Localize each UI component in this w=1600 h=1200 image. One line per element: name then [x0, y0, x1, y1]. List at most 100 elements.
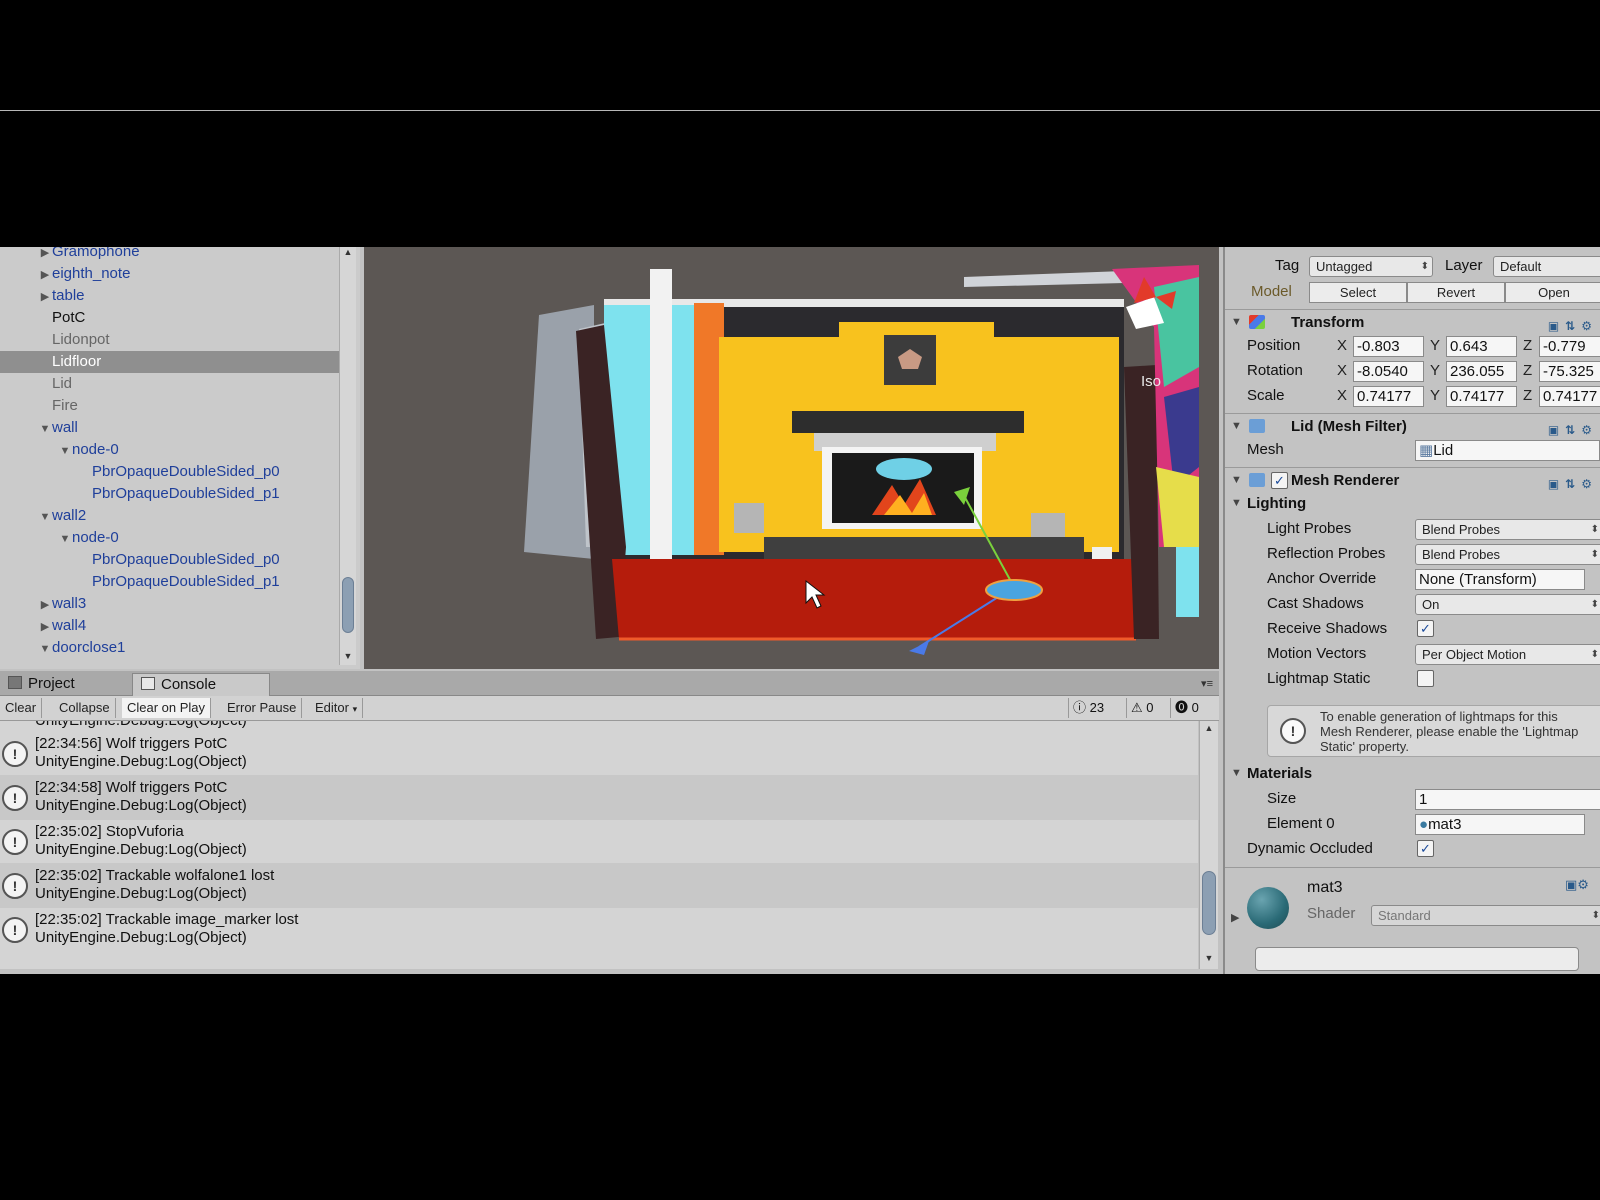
log-message: [22:34:58] Wolf triggers PotC [35, 779, 228, 796]
log-entry[interactable]: ! [22:34:58] Wolf triggers PotC UnityEngin… [0, 775, 1198, 820]
scrollbar-thumb[interactable] [342, 577, 354, 633]
collapse-arrow-icon[interactable]: ▼ [1231, 761, 1242, 786]
log-entry[interactable]: ! [22:35:02] Trackable wolfalone1 lost Uni… [0, 863, 1198, 908]
lighting-row[interactable]: ▼ Lighting [1225, 491, 1600, 516]
hierarchy-item[interactable]: ▶ table [0, 285, 340, 307]
hierarchy-item[interactable]: Lidfloor [0, 351, 340, 373]
hierarchy-item[interactable]: ▼ wall [0, 417, 340, 439]
hierarchy-item[interactable]: ▶ eighth_note [0, 263, 340, 285]
scroll-down-icon[interactable]: ▼ [1200, 953, 1218, 967]
expand-arrow-icon[interactable]: ▶ [1231, 911, 1239, 924]
rotation-z-field[interactable]: -75.325 [1539, 361, 1600, 382]
hierarchy-item[interactable]: ▶ wall4 [0, 615, 340, 637]
expanded-arrow-icon[interactable]: ▼ [38, 418, 52, 440]
error-pause-button[interactable]: Error Pause [222, 698, 303, 718]
mesh-renderer-header[interactable]: ▼ ✓ Mesh Renderer ▣⇅⚙ [1225, 467, 1600, 493]
mesh-field[interactable]: ▦Lid [1415, 440, 1600, 461]
info-icon: ⓘ [1073, 700, 1087, 715]
layer-dropdown[interactable]: Default [1493, 256, 1600, 277]
expanded-arrow-icon[interactable]: ▼ [38, 638, 52, 660]
iso-label[interactable]: Iso [1141, 373, 1161, 390]
hierarchy-item[interactable]: ▼ wall2 [0, 505, 340, 527]
clear-on-play-button[interactable]: Clear on Play [122, 698, 212, 718]
collapsed-arrow-icon[interactable]: ▶ [38, 594, 52, 616]
expanded-arrow-icon[interactable]: ▼ [38, 506, 52, 528]
hierarchy-item[interactable]: ▼ doorclose1 [0, 637, 340, 659]
console-tabbar: Project Console ▾≡ [0, 671, 1219, 696]
receive-shadows-checkbox[interactable]: ✓ [1417, 620, 1434, 637]
materials-size-field[interactable]: 1 [1415, 789, 1600, 810]
scroll-up-icon[interactable]: ▲ [1200, 723, 1218, 737]
model-open-button[interactable]: Open [1505, 282, 1600, 303]
help-icon[interactable]: ▣⚙ [1565, 877, 1589, 893]
hierarchy-item[interactable]: ▼ node-0 [0, 527, 340, 549]
position-y-field[interactable]: 0.643 [1446, 336, 1517, 357]
mesh-filter-header[interactable]: ▼ Lid (Mesh Filter) ▣⇅⚙ [1225, 413, 1600, 439]
scale-z-field[interactable]: 0.74177 [1539, 386, 1600, 407]
collapsed-arrow-icon[interactable]: ▶ [38, 616, 52, 638]
collapsed-arrow-icon[interactable]: ▶ [38, 264, 52, 286]
lightmap-static-checkbox[interactable] [1417, 670, 1434, 687]
hierarchy-item[interactable]: PbrOpaqueDoubleSided_p1 [0, 483, 340, 505]
anchor-override-field[interactable]: None (Transform) [1415, 569, 1585, 590]
tab-console[interactable]: Console [132, 673, 270, 696]
mesh-renderer-enabled-checkbox[interactable]: ✓ [1271, 472, 1288, 489]
model-revert-button[interactable]: Revert [1407, 282, 1505, 303]
tab-project[interactable]: Project [0, 673, 83, 695]
light-probes-dropdown[interactable]: Blend Probes [1415, 519, 1600, 540]
hierarchy-item[interactable]: ▼ node-0 [0, 439, 340, 461]
collapse-arrow-icon[interactable]: ▼ [1231, 414, 1242, 439]
materials-row[interactable]: ▼ Materials [1225, 761, 1600, 786]
scene-view[interactable]: Iso [364, 247, 1219, 669]
console-scrollbar[interactable]: ▲ ▼ [1199, 721, 1218, 969]
info-count-toggle[interactable]: ⓘ 23 [1068, 698, 1108, 718]
log-entry[interactable]: ! [22:35:02] StopVuforia UnityEngine.Debug… [0, 819, 1198, 864]
position-x-field[interactable]: -0.803 [1353, 336, 1424, 357]
hierarchy-item[interactable]: Fire [0, 395, 340, 417]
error-count-toggle[interactable]: ⓿ 0 [1170, 698, 1203, 718]
tag-dropdown[interactable]: Untagged [1309, 256, 1433, 277]
scale-y-field[interactable]: 0.74177 [1446, 386, 1517, 407]
hierarchy-item[interactable]: ▶ Gramophone [0, 247, 340, 263]
scale-label: Scale [1247, 387, 1285, 404]
editor-dropdown[interactable]: Editor ▾ [310, 698, 364, 718]
clear-button[interactable]: Clear [0, 698, 43, 718]
warning-count-toggle[interactable]: ⚠ 0 [1126, 698, 1158, 718]
axis-y-label: Y [1430, 387, 1441, 404]
scroll-down-icon[interactable]: ▼ [340, 651, 356, 665]
rotation-x-field[interactable]: -8.0540 [1353, 361, 1424, 382]
shader-dropdown[interactable]: Standard [1371, 905, 1600, 926]
hierarchy-item[interactable]: Lidonpot [0, 329, 340, 351]
cast-shadows-dropdown[interactable]: On [1415, 594, 1600, 615]
hierarchy-item[interactable]: PbrOpaqueDoubleSided_p1 [0, 571, 340, 593]
scrollbar-thumb[interactable] [1202, 871, 1216, 935]
hierarchy-item[interactable]: PbrOpaqueDoubleSided_p0 [0, 549, 340, 571]
expanded-arrow-icon[interactable]: ▼ [58, 440, 72, 462]
dynamic-occluded-checkbox[interactable]: ✓ [1417, 840, 1434, 857]
position-z-field[interactable]: -0.779 [1539, 336, 1600, 357]
collapse-arrow-icon[interactable]: ▼ [1231, 310, 1242, 335]
hierarchy-item[interactable]: Lid [0, 373, 340, 395]
motion-vectors-dropdown[interactable]: Per Object Motion [1415, 644, 1600, 665]
collapsed-arrow-icon[interactable]: ▶ [38, 286, 52, 308]
element0-field[interactable]: ●mat3 [1415, 814, 1585, 835]
hierarchy-item[interactable]: PotC [0, 307, 340, 329]
rotation-y-field[interactable]: 236.055 [1446, 361, 1517, 382]
hierarchy-item[interactable]: ▶ wall3 [0, 593, 340, 615]
log-entry[interactable]: ! [22:35:02] Trackable image_marker lost U… [0, 907, 1198, 952]
add-component-button[interactable] [1255, 947, 1579, 971]
model-select-button[interactable]: Select [1309, 282, 1407, 303]
collapse-arrow-icon[interactable]: ▼ [1231, 491, 1242, 516]
reflection-probes-dropdown[interactable]: Blend Probes [1415, 544, 1600, 565]
scale-x-field[interactable]: 0.74177 [1353, 386, 1424, 407]
collapse-arrow-icon[interactable]: ▼ [1231, 468, 1242, 493]
scroll-up-icon[interactable]: ▲ [340, 247, 356, 261]
collapsed-arrow-icon[interactable]: ▶ [38, 247, 52, 264]
panel-menu-icon[interactable]: ▾≡ [1201, 677, 1213, 690]
expanded-arrow-icon[interactable]: ▼ [58, 528, 72, 550]
transform-header[interactable]: ▼ Transform ▣⇅⚙ [1225, 309, 1600, 335]
hierarchy-item[interactable]: PbrOpaqueDoubleSided_p0 [0, 461, 340, 483]
hierarchy-scrollbar[interactable]: ▲ ▼ [339, 247, 356, 665]
log-entry[interactable]: ! [22:34:56] Wolf triggers PotC UnityEngin… [0, 731, 1198, 776]
collapse-button[interactable]: Collapse [54, 698, 116, 718]
